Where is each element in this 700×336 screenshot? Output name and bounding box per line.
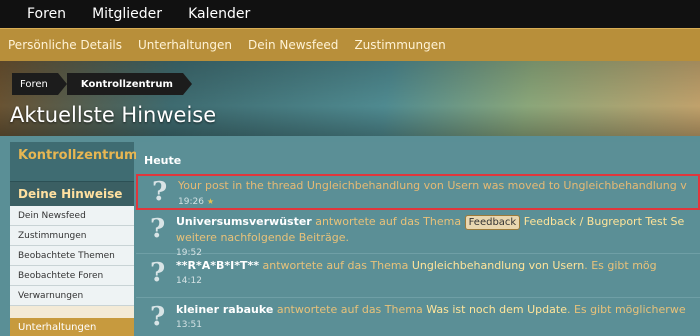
notification-item[interactable]: ? Universumsverwüster antwortete auf das… xyxy=(136,210,700,258)
notification-time: 13:51 xyxy=(176,320,202,330)
notification-action: antwortete auf das Thema xyxy=(258,259,412,272)
subnav-personal-details[interactable]: Persönliche Details xyxy=(0,38,130,52)
notification-extra: weitere nachfolgende Beiträge. xyxy=(176,231,349,244)
sidebar-item-deine-hinweise[interactable]: Deine Hinweise xyxy=(10,182,134,206)
sidebar-item-verwarnungen[interactable]: Verwarnungen xyxy=(10,286,134,306)
unread-star-icon: ★ xyxy=(206,197,214,206)
subnav-newsfeed[interactable]: Dein Newsfeed xyxy=(240,38,346,52)
notification-user[interactable]: **R*A*B*I*T** xyxy=(176,259,259,272)
question-mark-icon: ? xyxy=(150,214,166,244)
nav-tab-foren[interactable]: Foren xyxy=(0,0,79,28)
notification-rest: . Es gibt möglicherwe xyxy=(566,303,686,316)
notification-thread-link[interactable]: Feedback / Bugreport Test Se xyxy=(520,215,685,228)
sidebar-item-beobachtete-themen[interactable]: Beobachtete Themen xyxy=(10,246,134,266)
sidebar-item-beobachtete-foren[interactable]: Beobachtete Foren xyxy=(10,266,134,286)
breadcrumb-foren[interactable]: Foren xyxy=(12,73,58,95)
sub-navigation: Persönliche Details Unterhaltungen Dein … xyxy=(0,28,700,61)
section-heading-heute: Heute xyxy=(144,154,182,167)
breadcrumb-end-icon xyxy=(182,73,192,95)
nav-tab-kalender[interactable]: Kalender xyxy=(175,0,263,28)
nav-tab-mitglieder[interactable]: Mitglieder xyxy=(79,0,175,28)
page-title: Aktuellste Hinweise xyxy=(10,103,217,127)
feedback-prefix-badge[interactable]: Feedback xyxy=(464,215,521,230)
question-mark-icon: ? xyxy=(150,302,166,332)
breadcrumb-separator-icon xyxy=(57,73,67,95)
notification-item[interactable]: ? Your post in the thread Ungleichbehand… xyxy=(136,174,700,210)
sidebar: Kontrollzentrum Deine Hinweise Dein News… xyxy=(10,142,138,336)
top-navigation: Foren Mitglieder Kalender xyxy=(0,0,700,28)
notification-rest: . Es gibt mög xyxy=(584,259,657,272)
breadcrumb-kontrollzentrum[interactable]: Kontrollzentrum xyxy=(66,73,183,95)
sidebar-item-newsfeed[interactable]: Dein Newsfeed xyxy=(10,206,134,226)
notification-action: antwortete auf das Thema xyxy=(311,215,465,228)
notification-user[interactable]: Universumsverwüster xyxy=(176,215,312,228)
notification-text[interactable]: Your post in the thread Ungleichbehandlu… xyxy=(178,178,698,193)
question-mark-icon: ? xyxy=(150,258,166,288)
notification-time: 19:26 xyxy=(178,197,204,207)
notification-action: antwortete auf das Thema xyxy=(273,303,427,316)
notification-thread-link[interactable]: Was ist noch dem Update xyxy=(426,303,567,316)
sidebar-item-zustimmungen[interactable]: Zustimmungen xyxy=(10,226,134,246)
subnav-conversations[interactable]: Unterhaltungen xyxy=(130,38,240,52)
notification-time: 14:12 xyxy=(176,276,202,286)
notification-item[interactable]: ? **R*A*B*I*T** antwortete auf das Thema… xyxy=(136,254,700,298)
question-mark-icon: ? xyxy=(152,177,168,207)
notification-thread-link[interactable]: Ungleichbehandlung von Usern xyxy=(412,259,584,272)
notification-user[interactable]: kleiner rabauke xyxy=(176,303,273,316)
subnav-likes[interactable]: Zustimmungen xyxy=(346,38,453,52)
sidebar-section-unterhaltungen[interactable]: Unterhaltungen xyxy=(10,318,134,336)
breadcrumb: Foren Kontrollzentrum xyxy=(12,73,192,95)
notification-item[interactable]: ? kleiner rabauke antwortete auf das The… xyxy=(136,298,700,336)
sidebar-header[interactable]: Kontrollzentrum xyxy=(10,142,138,182)
notifications-panel: Heute ? Your post in the thread Ungleich… xyxy=(136,142,700,336)
